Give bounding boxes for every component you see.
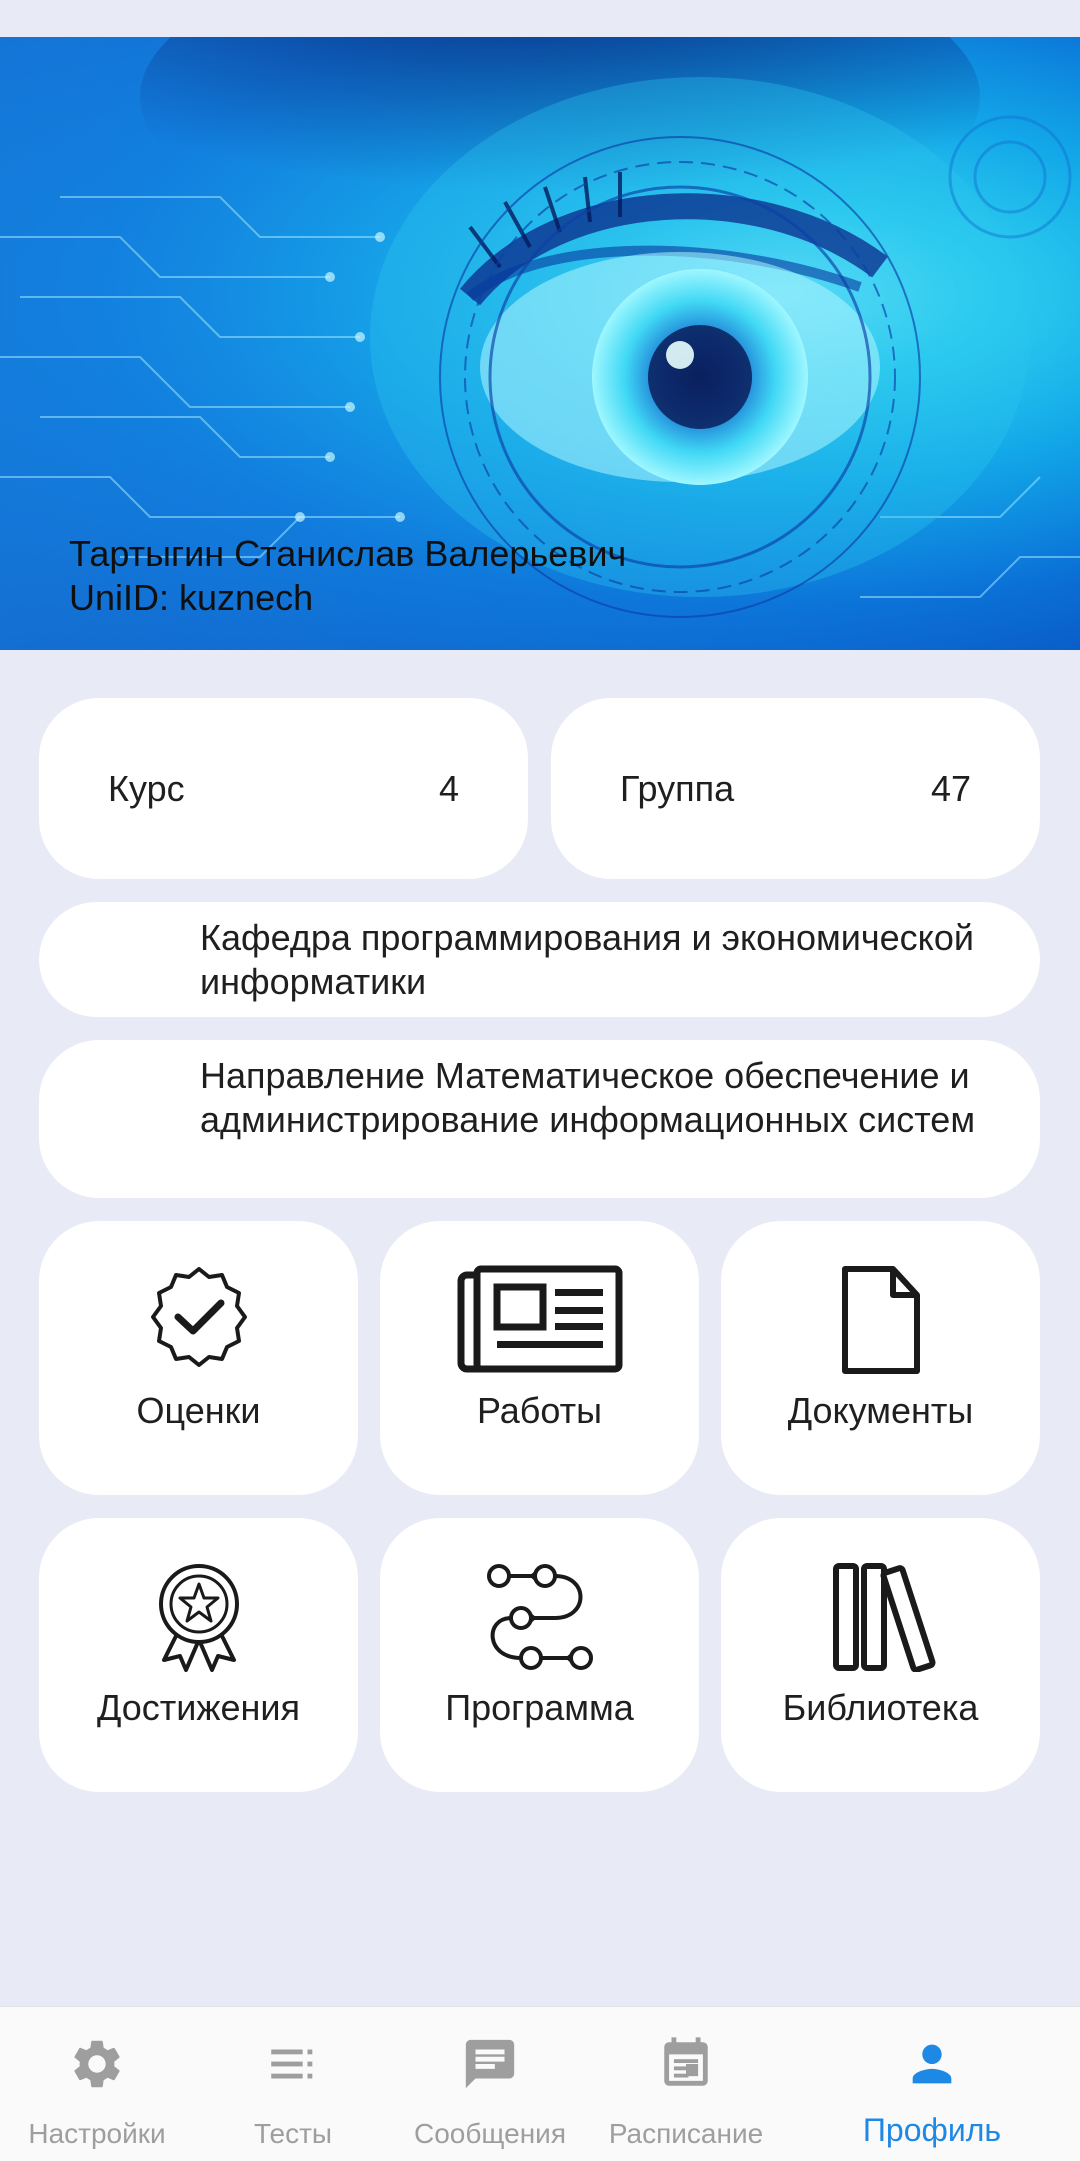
nav-schedule[interactable]: Расписание [586,2007,786,2161]
nav-settings-label: Настройки [28,2118,166,2149]
documents-label: Документы [787,1390,974,1431]
person-icon [912,2044,952,2084]
status-bar [0,0,1080,37]
list-icon [271,2049,313,2079]
group-label: Группа [620,768,735,809]
student-full-name: Тартыгин Станислав Валерьевич [69,533,627,574]
course-value: 4 [438,768,459,809]
nav-profile[interactable]: Профиль [832,2007,1032,2161]
library-label: Библиотека [782,1687,979,1728]
achievements-tile[interactable]: Достижения [39,1518,358,1792]
grades-badge-icon [150,1267,247,1367]
group-value: 47 [930,768,971,809]
works-tile[interactable]: Работы [380,1221,699,1495]
library-tile[interactable]: Библиотека [721,1518,1040,1792]
bottom-navigation: Настройки Тесты Сообщения Расписание Про… [0,2006,1080,2161]
achievements-label: Достижения [97,1687,300,1728]
nav-tests[interactable]: Тесты [193,2007,393,2161]
award-icon [158,1564,239,1672]
calendar-icon [664,2037,708,2086]
department-card: Кафедра программирования и экономической… [39,902,1040,1017]
course-label: Курс [108,768,185,809]
nav-tests-label: Тесты [253,2118,333,2149]
department-text: Кафедра программирования и экономической… [200,917,974,1002]
grades-label: Оценки [136,1390,261,1431]
nav-profile-label: Профиль [862,2112,1002,2148]
group-card: Группа 47 [551,698,1040,879]
program-label: Программа [445,1687,634,1728]
program-tile[interactable]: Программа [380,1518,699,1792]
nav-settings[interactable]: Настройки [0,2007,197,2161]
works-label: Работы [476,1390,603,1431]
message-icon [465,2039,515,2089]
course-card: Курс 4 [39,698,528,879]
direction-card: Направление Математическое обеспечение и… [39,1040,1040,1198]
document-icon [841,1266,920,1374]
grades-tile[interactable]: Оценки [39,1221,358,1495]
nav-schedule-label: Расписание [608,2118,764,2149]
books-icon [832,1563,935,1672]
newspaper-icon [457,1265,622,1373]
documents-tile[interactable]: Документы [721,1221,1040,1495]
flow-path-icon [486,1564,593,1670]
nav-messages-label: Сообщения [414,2118,566,2149]
direction-text: Направление Математическое обеспечение и… [200,1055,976,1140]
student-uniid: UniID: kuznech [69,577,314,618]
gear-icon [74,2040,120,2088]
nav-messages[interactable]: Сообщения [390,2007,590,2161]
profile-header-banner: Тартыгин Станислав Валерьевич UniID: kuz… [0,37,1080,650]
